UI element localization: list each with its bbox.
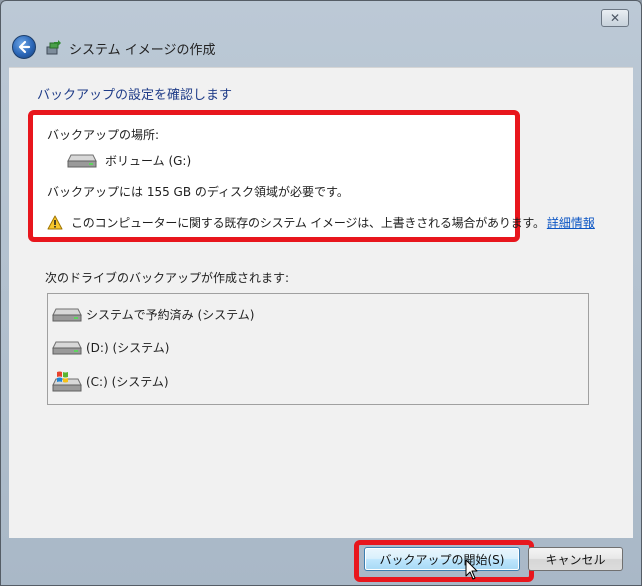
drives-list: システムで予約済み (システム) (D:) (システム) (C:) (システム)	[47, 293, 589, 405]
drives-to-backup-label: 次のドライブのバックアップが作成されます:	[45, 271, 290, 285]
backup-wizard-icon	[46, 40, 61, 55]
window-title: システム イメージの作成	[69, 43, 216, 58]
hard-drive-icon	[52, 308, 82, 321]
warning-text: このコンピューターに関する既存のシステム イメージは、上書きされる場合があります…	[71, 216, 545, 230]
back-arrow-icon	[18, 40, 31, 54]
create-system-image-window: ✕ システム イメージの作成 バックアップの設定を確認します バックアップの場所…	[0, 0, 642, 586]
hard-drive-icon	[52, 341, 82, 354]
target-drive-name: ボリューム (G:)	[105, 154, 192, 168]
start-backup-button[interactable]: バックアップの開始(S)	[364, 547, 520, 571]
back-button[interactable]	[12, 35, 36, 59]
warning-icon	[47, 215, 63, 230]
close-icon: ✕	[609, 11, 621, 25]
target-drive-row: ボリューム (G:)	[67, 152, 191, 169]
mouse-cursor-icon	[465, 559, 478, 580]
drive-label: (C:) (システム)	[86, 374, 169, 389]
list-item: (C:) (システム)	[52, 370, 169, 392]
space-required-text: バックアップには 155 GB のディスク領域が必要です。	[47, 185, 349, 199]
page-subtitle: バックアップの設定を確認します	[37, 88, 233, 103]
windows-drive-icon	[52, 371, 82, 392]
drive-label: (D:) (システム)	[86, 341, 170, 355]
hard-drive-icon	[67, 154, 97, 167]
overwrite-warning: このコンピューターに関する既存のシステム イメージは、上書きされる場合があります…	[47, 214, 595, 231]
more-info-link[interactable]: 詳細情報	[547, 214, 595, 231]
backup-location-label: バックアップの場所:	[47, 128, 160, 142]
backup-settings-highlight: バックアップの場所: ボリューム (G:) バックアップには 155 GB のデ…	[28, 110, 595, 242]
drive-label: システムで予約済み (システム)	[86, 308, 255, 322]
list-item: システムで予約済み (システム)	[52, 306, 254, 323]
wizard-footer: バックアップの開始(S) キャンセル	[9, 537, 633, 585]
wizard-header: システム イメージの作成	[9, 31, 633, 65]
cancel-button[interactable]: キャンセル	[528, 547, 623, 571]
close-button[interactable]: ✕	[601, 9, 629, 27]
wizard-content: バックアップの設定を確認します バックアップの場所: ボリューム (G:) バッ…	[9, 67, 633, 538]
list-item: (D:) (システム)	[52, 339, 169, 356]
